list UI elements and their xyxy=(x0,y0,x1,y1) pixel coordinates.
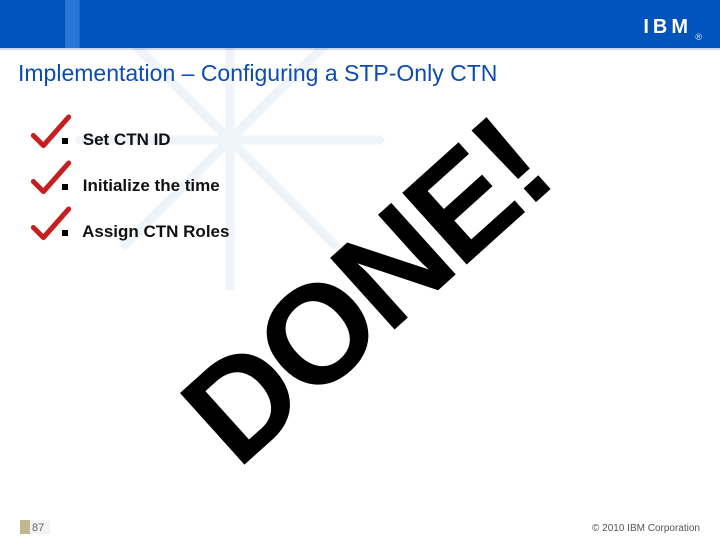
ibm-logo-text: IBM xyxy=(643,16,692,39)
bullet-label: Set CTN ID xyxy=(83,130,171,149)
checkmark-icon xyxy=(28,204,74,246)
copyright-text: © 2010 IBM Corporation xyxy=(592,523,700,534)
footer: 87 © 2010 IBM Corporation xyxy=(8,514,712,540)
header-bar: IBM ® xyxy=(0,0,720,50)
bullet-square-icon xyxy=(62,230,68,236)
checkmark-icon xyxy=(28,112,74,154)
bullet-item: Assign CTN Roles xyxy=(62,222,229,242)
checkmark-icon xyxy=(28,158,74,200)
bullet-square-icon xyxy=(62,138,68,144)
bullet-square-icon xyxy=(62,184,68,190)
bullet-item: Initialize the time xyxy=(62,176,229,196)
bullet-item: Set CTN ID xyxy=(62,130,229,150)
bullet-list: Set CTN ID Initialize the time Assign CT… xyxy=(62,130,229,268)
bullet-label: Initialize the time xyxy=(83,176,220,195)
bullet-label: Assign CTN Roles xyxy=(82,222,229,241)
slide-title: Implementation – Configuring a STP-Only … xyxy=(18,60,497,87)
slide-number: 87 xyxy=(20,520,50,534)
registered-mark: ® xyxy=(695,32,702,42)
